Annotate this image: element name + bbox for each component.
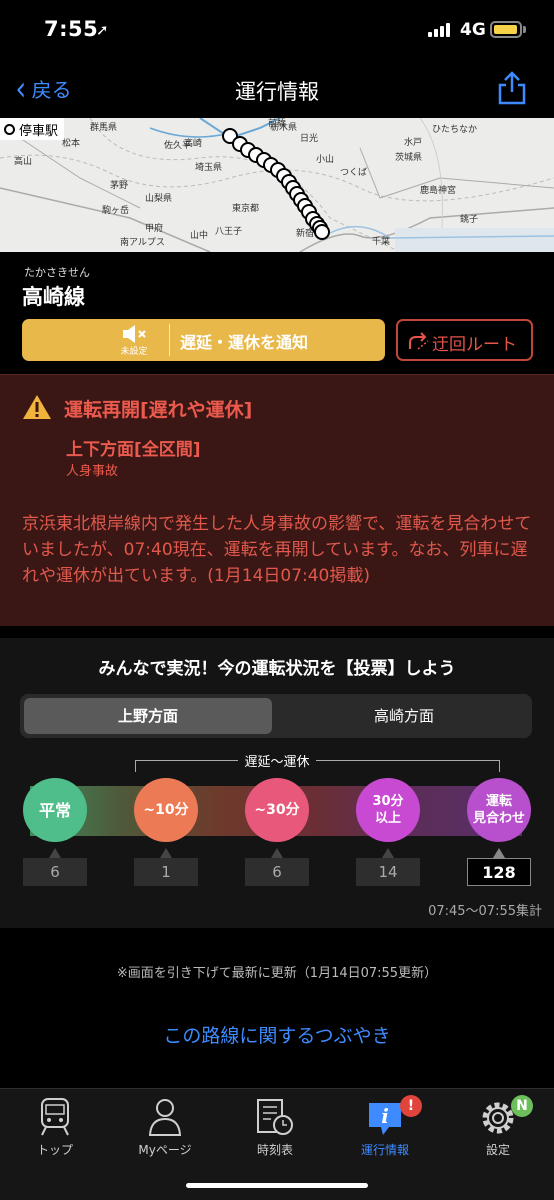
map-label: 東京都	[232, 202, 259, 214]
status-time: 7:55	[44, 17, 99, 41]
network-type: 4G	[460, 20, 486, 40]
map-label: 日光	[300, 132, 318, 144]
home-indicator	[186, 1183, 368, 1188]
vote-option-button[interactable]: 平常	[23, 778, 87, 842]
status-bar: 7:55 ➚ 4G	[0, 0, 554, 62]
map-label: 銚子	[460, 213, 478, 225]
aggregation-period: 07:45〜07:55集計	[428, 904, 542, 919]
map-label: 甲府	[145, 222, 163, 234]
range-label-wrap: 遅延〜運休	[0, 751, 554, 770]
info-bubble-icon: i	[369, 1103, 401, 1135]
count-pointer	[160, 848, 172, 858]
timetable-icon	[257, 1099, 293, 1135]
count-pointer	[382, 848, 394, 858]
train-icon	[41, 1098, 69, 1136]
direction-segmented-control: 上野方面 高崎方面	[20, 694, 532, 738]
location-arrow-icon: ➚	[96, 21, 109, 39]
warning-icon	[23, 395, 51, 419]
count-pointer	[49, 848, 61, 858]
tab-ueno[interactable]: 上野方面	[24, 698, 272, 734]
tab-top[interactable]: トップ	[0, 1095, 110, 1158]
count-pointer	[271, 848, 283, 858]
tab-service-info[interactable]: i ! 運行情報	[330, 1095, 440, 1158]
alert-body: 京浜東北根岸線内で発生した人身事故の影響で、運転を見合わせていましたが、07:4…	[22, 514, 532, 586]
map-label: 茨城県	[395, 151, 422, 163]
map-legend: 停車駅	[0, 118, 64, 140]
stop-marker-icon	[4, 123, 15, 135]
vote-option-button[interactable]: 運転 見合わせ	[467, 778, 531, 842]
route-map[interactable]: 群馬県 栃木県 埼玉県 山梨県 東京都 茨城県 千葉 松本 高山 茅野 甲府 駒ヶ岳 山中 八王子 前橋 高崎…	[0, 118, 554, 252]
detour-label: 迂回ルート	[432, 335, 517, 355]
map-label: 埼玉県	[195, 161, 222, 173]
tab-label: 設定	[485, 1143, 510, 1157]
map-label: 茅野	[110, 180, 128, 191]
detour-route-button[interactable]: 迂回ルート	[396, 319, 533, 361]
tab-settings[interactable]: N 設定	[443, 1095, 553, 1158]
station-stop-icon	[314, 224, 330, 240]
map-label: 前橋	[268, 118, 286, 129]
vote-title: みんなで実況！今の運転状況を【投票】しよう	[98, 659, 456, 679]
notify-label: 遅延・運休を通知	[180, 333, 309, 352]
map-label: 南アルプス	[120, 236, 165, 248]
tab-timetable[interactable]: 時刻表	[220, 1095, 330, 1158]
battery-icon	[490, 21, 522, 38]
tab-mypage[interactable]: Myページ	[110, 1095, 220, 1158]
detour-icon	[409, 332, 429, 350]
map-label: 鹿島神宮	[420, 184, 456, 196]
vote-option-button[interactable]: 30分 以上	[356, 778, 420, 842]
share-icon	[498, 71, 526, 105]
vote-option-button[interactable]: ~30分	[245, 778, 309, 842]
map-label: 八王子	[215, 226, 242, 237]
line-name: 高崎線	[22, 285, 85, 309]
vote-section: みんなで実況！今の運転状況を【投票】しよう 上野方面 高崎方面 遅延〜運休 平常…	[0, 638, 554, 928]
map-label: 山中	[190, 229, 208, 241]
share-button[interactable]	[495, 70, 529, 106]
battery-tip	[523, 26, 526, 33]
map-label: 山梨県	[145, 192, 172, 204]
map-graphic: 群馬県 栃木県埼玉県山梨県東京都茨城県千葉松本高山茅野甲府駒ヶ岳山中 八王子前橋高崎…	[0, 118, 554, 252]
tab-label: 運行情報	[360, 1143, 409, 1157]
map-label: 佐久平	[164, 139, 191, 151]
map-legend-label: 停車駅	[19, 123, 59, 139]
tab-takasaki[interactable]: 高崎方面	[280, 698, 528, 734]
map-label: 駒ヶ岳	[102, 204, 129, 216]
divider	[169, 324, 170, 356]
new-badge: N	[511, 1095, 533, 1117]
map-label: 松本	[62, 137, 80, 149]
vote-count: 14	[356, 858, 420, 886]
map-label: 群馬県	[90, 121, 117, 133]
signal-icon	[428, 23, 450, 37]
count-pointer	[493, 848, 505, 858]
tweets-link[interactable]: この路線に関するつぶやき	[0, 1021, 554, 1048]
vote-option-button[interactable]: ~10分	[134, 778, 198, 842]
svg-text:i: i	[381, 1104, 389, 1128]
vote-count: 6	[245, 858, 309, 886]
person-icon	[148, 1099, 182, 1136]
page-title: 運行情報	[235, 80, 319, 104]
vote-count: 128	[467, 858, 531, 886]
vote-count: 6	[23, 858, 87, 886]
tab-label: Myページ	[138, 1143, 192, 1157]
refresh-hint: ※画面を引き下げて最新に更新（1月14日07:55更新）	[116, 966, 438, 981]
map-label: つくば	[340, 167, 367, 178]
tab-label: 時刻表	[256, 1143, 293, 1157]
alert-badge: !	[400, 1095, 422, 1117]
notify-button[interactable]: 未設定 遅延・運休を通知	[22, 319, 385, 361]
mute-status: 未設定	[120, 347, 148, 357]
service-alert: 運転再開[遅れや運休] 上下方面[全区間] 人身事故 京浜東北根岸線内で発生した…	[0, 374, 554, 626]
alert-cause: 人身事故	[66, 464, 119, 479]
map-label: 千葉	[372, 235, 390, 247]
tab-label: トップ	[36, 1143, 73, 1157]
alert-direction: 上下方面[全区間]	[66, 440, 201, 460]
range-label: 遅延〜運休	[238, 755, 316, 770]
map-label: 小山	[316, 154, 334, 165]
alert-title: 運転再開[遅れや運休]	[64, 399, 253, 421]
map-label: 水戸	[404, 136, 422, 148]
line-reading: たかさきせん	[24, 266, 90, 279]
map-label: ひたちなか	[432, 124, 477, 135]
map-label: 高山	[14, 155, 32, 167]
vote-count: 1	[134, 858, 198, 886]
